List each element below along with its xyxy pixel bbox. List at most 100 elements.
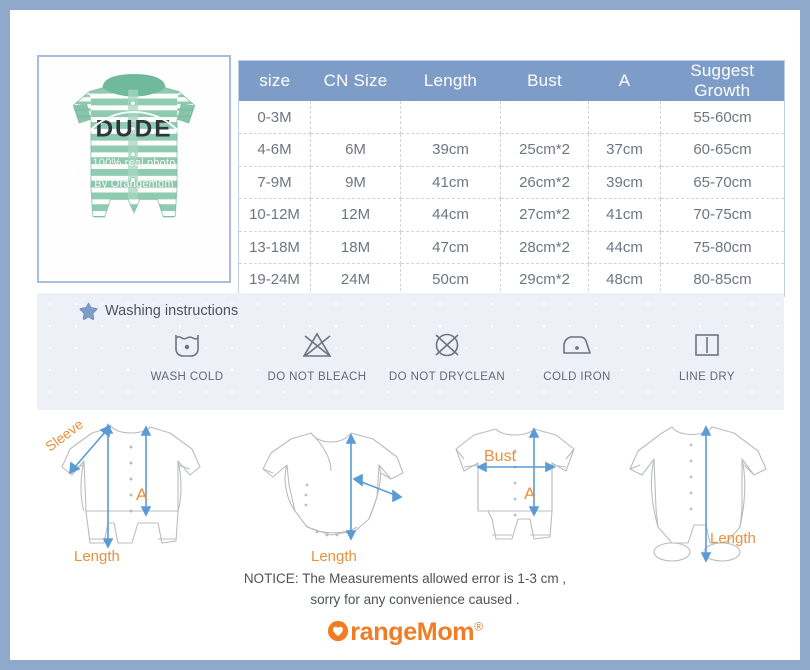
cell-bust — [500, 101, 589, 134]
cold-iron-icon — [560, 328, 594, 362]
cell-bust: 29cm*2 — [500, 263, 589, 296]
col-header-cn-size: CN Size — [310, 60, 401, 101]
watermark-line-1: 100% real photo — [92, 156, 176, 169]
cell-a: 48cm — [588, 263, 661, 296]
watermark-line-2: By Orangemom — [94, 177, 174, 190]
cell-size: 4-6M — [238, 133, 311, 167]
cell-size: 0-3M — [238, 101, 311, 134]
washing-symbol-wash-cold: WASH COLD — [127, 328, 247, 383]
col-header-bust: Bust — [500, 60, 589, 101]
cell-size: 10-12M — [238, 198, 311, 232]
washing-symbol-label: DO NOT DRYCLEAN — [388, 371, 506, 383]
cell-suggest-growth: 55-60cm — [660, 101, 785, 134]
table-row: 19-24M 24M 50cm 29cm*2 48cm 80-85cm — [238, 263, 785, 296]
cell-a — [588, 101, 661, 134]
cell-a: 39cm — [588, 166, 661, 199]
table-header-row: size CN Size Length Bust A Suggest Growt… — [238, 60, 785, 101]
brand-logo-text: rangeMom — [350, 618, 475, 646]
measurement-diagrams: Sleeve A Length Length Bust A Length — [40, 415, 780, 565]
table-row: 4-6M 6M 39cm 25cm*2 37cm 60-65cm — [238, 133, 785, 167]
diagram-label-a: A — [136, 485, 148, 504]
cell-bust: 28cm*2 — [500, 231, 589, 264]
col-header-size: size — [238, 60, 311, 101]
cell-bust: 26cm*2 — [500, 166, 589, 199]
cell-a: 41cm — [588, 198, 661, 232]
heart-o-icon — [328, 620, 349, 642]
size-chart-table: size CN Size Length Bust A Suggest Growt… — [238, 60, 785, 297]
product-photo-frame: DUDE 100% real photo By Orangemom — [37, 55, 231, 283]
diagram-label-sleeve: Sleeve — [42, 416, 86, 455]
brand-logo: rangeMom® — [10, 618, 800, 647]
short-sleeve-romper-illustration: Bust A — [455, 427, 575, 540]
content-canvas: DUDE 100% real photo By Orangemom size C… — [10, 10, 800, 660]
diagram-long-sleeve-romper: Sleeve A Length — [40, 415, 225, 570]
watermark: 100% real photo By Orangemom — [72, 111, 196, 236]
cell-suggest-growth: 70-75cm — [660, 198, 785, 232]
cell-size: 7-9M — [238, 166, 311, 199]
cell-bust: 25cm*2 — [500, 133, 589, 167]
washing-symbol-label: COLD IRON — [543, 371, 611, 383]
cell-suggest-growth: 60-65cm — [660, 133, 785, 167]
sizechart-page: DUDE 100% real photo By Orangemom size C… — [0, 0, 810, 670]
table-row: 0-3M 55-60cm — [238, 101, 785, 134]
cell-a: 44cm — [588, 231, 661, 264]
cell-suggest-growth: 65-70cm — [660, 166, 785, 199]
cell-length: 47cm — [400, 231, 501, 264]
star-icon — [79, 302, 98, 320]
col-header-length: Length — [400, 60, 501, 101]
washing-symbol-cold-iron: COLD IRON — [517, 328, 637, 383]
cell-a: 37cm — [588, 133, 661, 167]
washing-symbol-do-not-dryclean: DO NOT DRYCLEAN — [387, 328, 507, 383]
table-row: 10-12M 12M 44cm 27cm*2 41cm 70-75cm — [238, 198, 785, 232]
notice-line-2: sorry for any convenience caused . — [310, 592, 520, 607]
washing-instructions-label: Washing instructions — [105, 302, 239, 319]
diagram-footed-sleepsuit: Length — [610, 415, 780, 570]
product-photo: DUDE 100% real photo By Orangemom — [42, 60, 226, 278]
cell-suggest-growth: 75-80cm — [660, 231, 785, 264]
wash-cold-icon — [171, 328, 203, 362]
cell-length — [400, 101, 501, 134]
do-not-bleach-icon — [300, 328, 334, 362]
cell-length: 44cm — [400, 198, 501, 232]
diagram-label-length: Length — [74, 548, 120, 565]
washing-symbol-label: LINE DRY — [678, 371, 736, 383]
table-row: 7-9M 9M 41cm 26cm*2 39cm 65-70cm — [238, 166, 785, 199]
cell-size: 13-18M — [238, 231, 311, 264]
diagram-long-sleeve-bodysuit: Length — [245, 415, 420, 570]
col-header-a: A — [588, 60, 661, 101]
cell-length: 39cm — [400, 133, 501, 167]
cell-cn-size: 6M — [310, 133, 401, 167]
washing-symbol-label: DO NOT BLEACH — [267, 371, 367, 383]
long-sleeve-romper-illustration: Sleeve A Length — [42, 416, 201, 565]
long-sleeve-bodysuit-illustration: Length — [262, 432, 404, 565]
diagram-label-bust: Bust — [484, 448, 517, 465]
table-row: 13-18M 18M 47cm 28cm*2 44cm 75-80cm — [238, 231, 785, 264]
cell-cn-size: 18M — [310, 231, 401, 264]
diagram-label-length: Length — [710, 530, 756, 547]
washing-instructions-section: Washing instructions WASH COLD DO NOT BL… — [37, 293, 784, 410]
footed-sleepsuit-illustration: Length — [629, 425, 767, 563]
col-header-suggest-growth: Suggest Growth — [660, 60, 785, 101]
notice-text: NOTICE: The Measurements allowed error i… — [10, 568, 800, 610]
washing-symbol-do-not-bleach: DO NOT BLEACH — [257, 328, 377, 383]
do-not-dryclean-icon — [431, 328, 463, 362]
washing-symbol-label: WASH COLD — [150, 371, 224, 383]
diagram-short-sleeve-romper: Bust A — [440, 415, 590, 570]
cell-cn-size — [310, 101, 401, 134]
washing-instructions-title: Washing instructions — [79, 301, 238, 320]
notice-line-1: NOTICE: The Measurements allowed error i… — [243, 571, 567, 586]
washing-symbols-list: WASH COLD DO NOT BLEACH DO NOT DRYCLEAN … — [127, 328, 767, 383]
cell-bust: 27cm*2 — [500, 198, 589, 232]
diagram-label-length: Length — [311, 548, 357, 565]
line-dry-icon — [692, 328, 722, 362]
cell-cn-size: 24M — [310, 263, 401, 296]
cell-size: 19-24M — [238, 263, 311, 296]
cell-cn-size: 12M — [310, 198, 401, 232]
cell-length: 41cm — [400, 166, 501, 199]
registered-mark: ® — [474, 619, 483, 634]
cell-length: 50cm — [400, 263, 501, 296]
cell-suggest-growth: 80-85cm — [660, 263, 785, 296]
cell-cn-size: 9M — [310, 166, 401, 199]
washing-symbol-line-dry: LINE DRY — [647, 328, 767, 383]
diagram-label-a: A — [524, 484, 536, 503]
